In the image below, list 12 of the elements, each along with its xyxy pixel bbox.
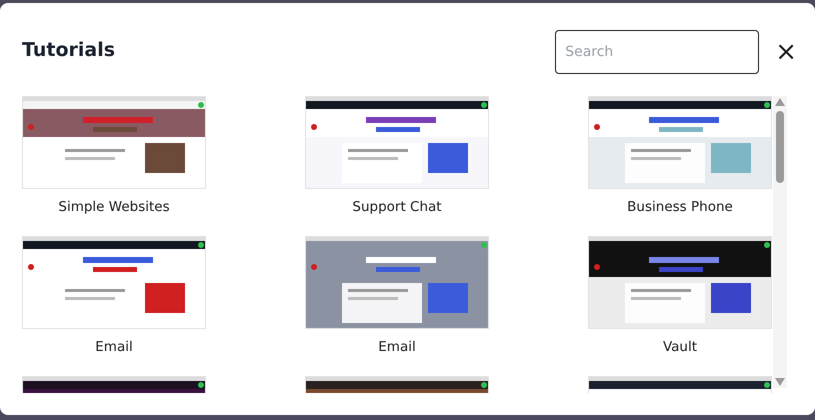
tutorial-title[interactable]: Simple Websites (58, 199, 170, 215)
scroll-thumb[interactable] (776, 111, 784, 183)
scroll-down-icon[interactable] (775, 378, 785, 386)
tutorial-title[interactable]: Vault (662, 339, 698, 355)
close-button[interactable]: × (771, 37, 801, 67)
tutorial-title[interactable]: Business Phone (627, 199, 733, 215)
scrollbar[interactable] (773, 96, 787, 388)
tutorial-title[interactable]: Support Chat (352, 199, 442, 215)
dialog-title: Tutorials (22, 39, 116, 61)
search-field[interactable]: Search (555, 30, 760, 74)
tutorial-title[interactable]: Email (378, 339, 416, 355)
tutorial-title[interactable]: Email (95, 339, 133, 355)
